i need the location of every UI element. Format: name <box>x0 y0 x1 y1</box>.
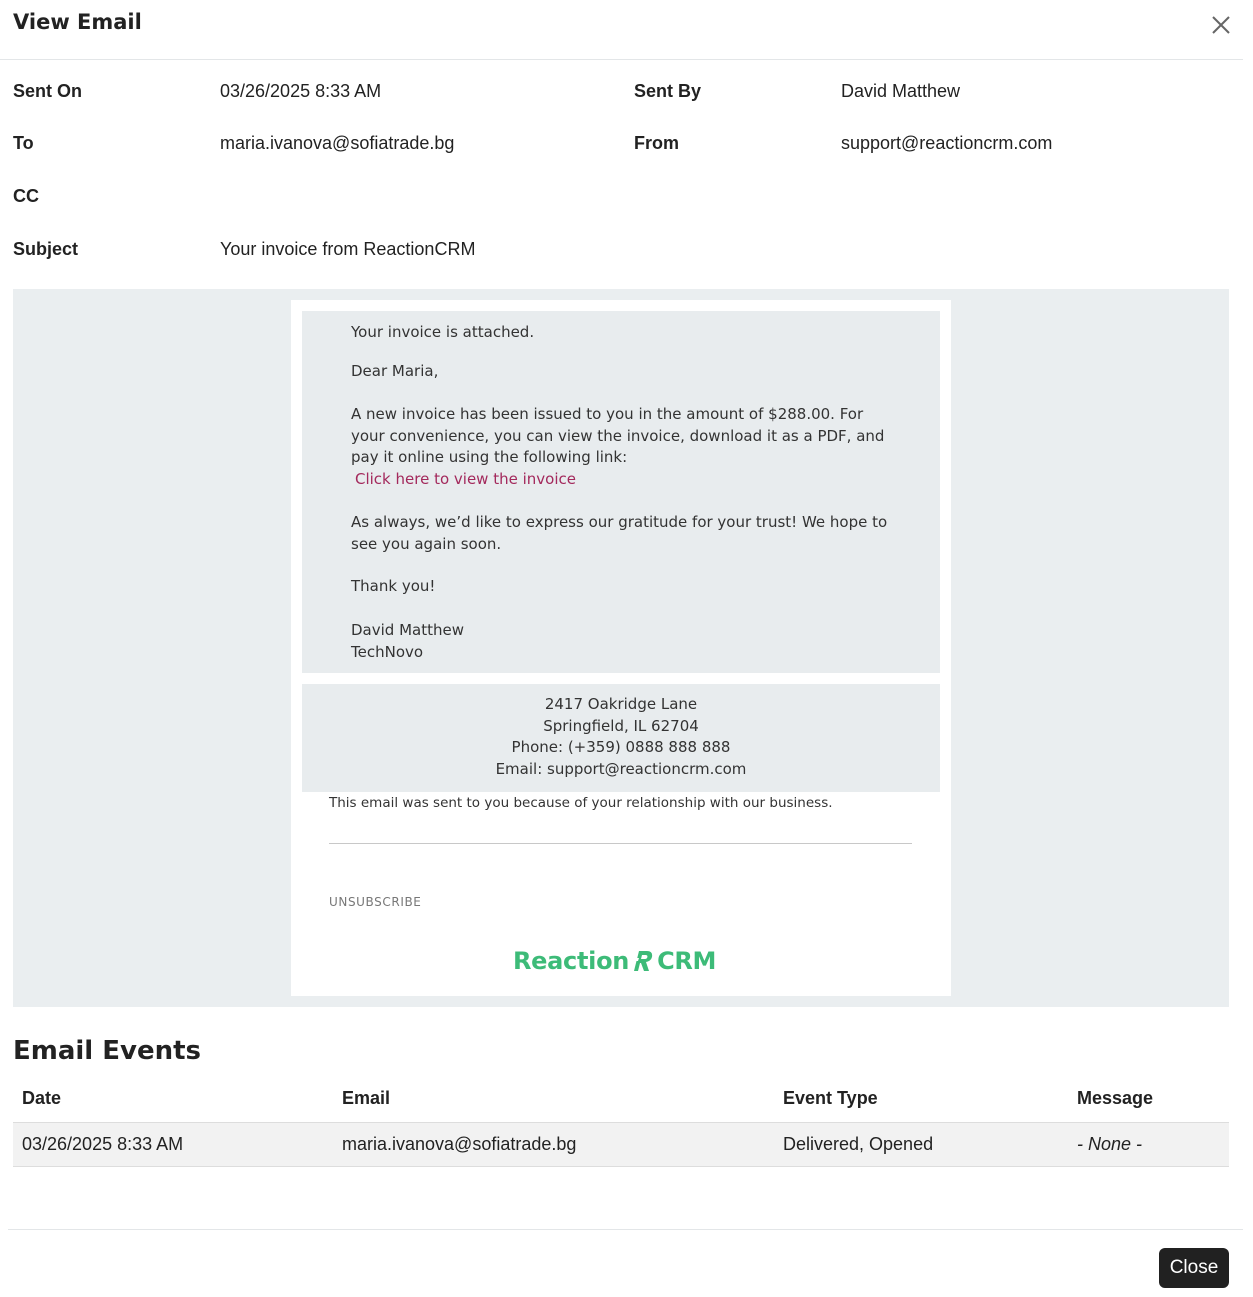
from-value: support@reactioncrm.com <box>841 133 1053 153</box>
email-paragraph-1: A new invoice has been issued to you in … <box>351 404 901 490</box>
email-intro: Your invoice is attached. <box>351 323 535 341</box>
view-invoice-link[interactable]: Click here to view the invoice <box>355 470 576 488</box>
footer-divider <box>329 843 912 844</box>
address-line-2: Springfield, IL 62704 <box>543 716 699 735</box>
event-type-cell: Delivered, Opened <box>774 1122 1068 1167</box>
event-message-cell: - None - <box>1068 1122 1229 1167</box>
business-phone: Phone: (+359) 0888 888 888 <box>511 738 731 756</box>
reaction-crm-logo: Reaction CRM <box>513 943 716 979</box>
business-email: Email: support@reactioncrm.com <box>495 759 747 778</box>
from-label: From <box>634 133 679 153</box>
email-paragraph-1-text: A new invoice has been issued to you in … <box>351 405 885 466</box>
cc-label: CC <box>13 186 39 206</box>
subject-label: Subject <box>13 239 79 259</box>
email-message: Your invoice is attached. Dear Maria, A … <box>302 311 940 673</box>
email-thanks: Thank you! <box>351 577 436 595</box>
subject-value: Your invoice from ReactionCRM <box>220 239 476 259</box>
column-header-date: Date <box>13 1076 333 1123</box>
signature-name: David Matthew <box>351 621 464 639</box>
signature-company: TechNovo <box>351 642 424 661</box>
email-signature: David Matthew TechNovo <box>351 620 901 663</box>
business-address: 2417 Oakridge Lane Springfield, IL 62704… <box>302 684 940 792</box>
sent-on-value: 03/26/2025 8:33 AM <box>220 81 382 101</box>
reaction-logo-icon <box>631 951 653 971</box>
email-metadata: Sent On 03/26/2025 8:33 AM Sent By David… <box>0 60 1243 290</box>
column-header-message: Message <box>1068 1076 1229 1123</box>
event-date-cell: 03/26/2025 8:33 AM <box>13 1122 333 1167</box>
to-value: maria.ivanova@sofiatrade.bg <box>220 133 455 153</box>
email-events-title: Email Events <box>13 1036 202 1066</box>
table-row: 03/26/2025 8:33 AM maria.ivanova@sofiatr… <box>13 1122 1229 1167</box>
sent-by-value: David Matthew <box>841 81 961 101</box>
close-button[interactable]: Close <box>1159 1248 1229 1288</box>
logo-text-right: CRM <box>657 947 717 975</box>
email-paragraph-2: As always, we’d like to express our grat… <box>351 513 888 553</box>
event-email-cell: maria.ivanova@sofiatrade.bg <box>333 1122 774 1167</box>
email-greeting: Dear Maria, <box>351 362 439 380</box>
modal-footer-divider <box>8 1229 1243 1230</box>
unsubscribe-link[interactable]: UNSUBSCRIBE <box>329 895 421 909</box>
column-header-event-type: Event Type <box>774 1076 1068 1123</box>
email-card: Your invoice is attached. Dear Maria, A … <box>291 300 951 996</box>
address-line-1: 2417 Oakridge Lane <box>544 695 698 713</box>
email-preview[interactable]: Your invoice is attached. Dear Maria, A … <box>13 289 1229 1007</box>
logo-text-left: Reaction <box>513 947 630 975</box>
modal-title: View Email <box>13 10 142 34</box>
relationship-notice: This email was sent to you because of yo… <box>329 795 833 811</box>
modal-header: View Email <box>0 0 1243 60</box>
column-header-email: Email <box>333 1076 774 1123</box>
email-events-table: Date Email Event Type Message 03/26/2025… <box>13 1076 1229 1167</box>
to-label: To <box>13 133 34 153</box>
sent-by-label: Sent By <box>634 81 702 101</box>
sent-on-label: Sent On <box>13 81 83 101</box>
close-icon[interactable] <box>1208 12 1234 38</box>
table-header-row: Date Email Event Type Message <box>13 1076 1229 1123</box>
